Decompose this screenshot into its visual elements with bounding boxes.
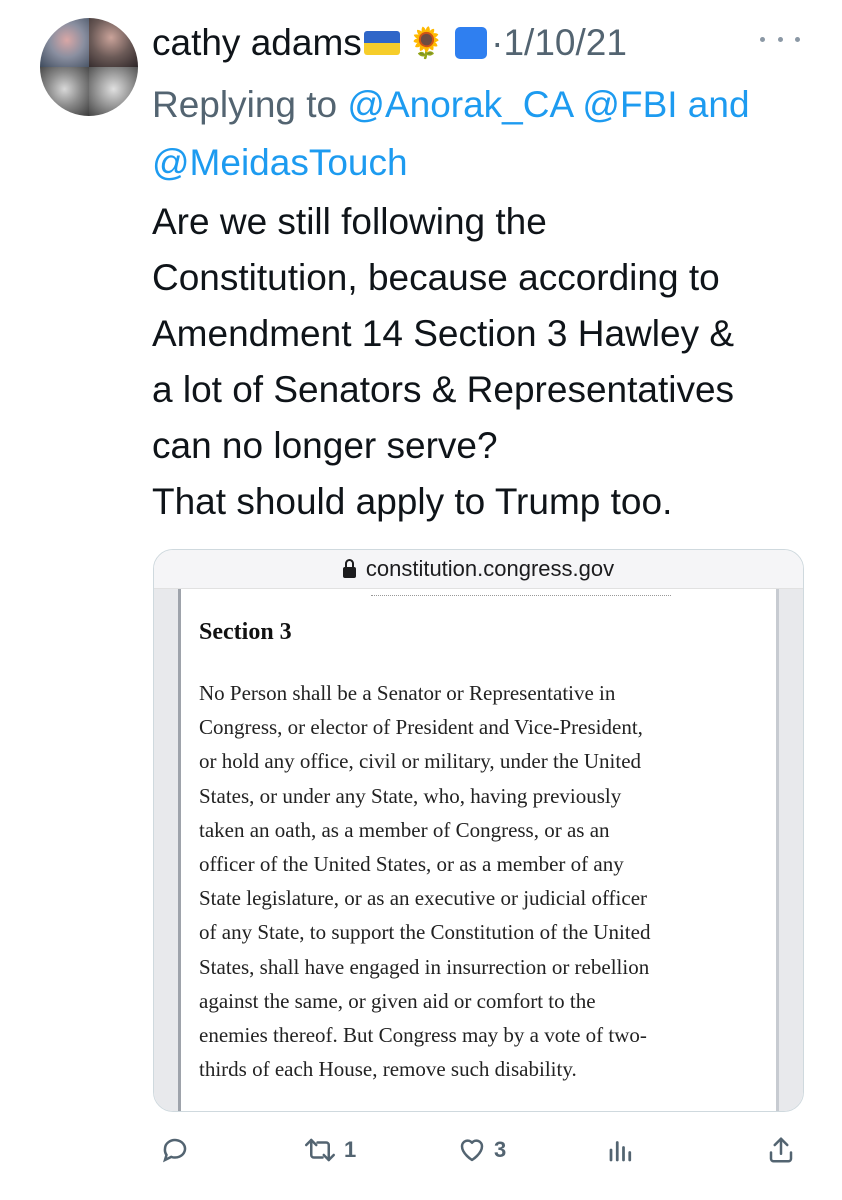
tweet-text-line: can no longer serve? [152, 425, 498, 466]
page-frame: Section 3 No Person shall be a Senator o… [154, 589, 803, 1111]
mention-link[interactable]: @Anorak_CA [347, 84, 572, 125]
author-name[interactable]: cathy adams [152, 22, 362, 64]
retweet-count: 1 [344, 1137, 357, 1162]
avatar-tile [89, 18, 138, 67]
lock-icon [342, 558, 356, 578]
body-line: taken an oath, as a member of Congress, … [199, 817, 610, 842]
avatar[interactable] [40, 18, 138, 116]
url-bar: constitution.congress.gov [154, 550, 803, 589]
tweet-header: cathy adams 🌻 · 1/10/21 [152, 20, 627, 66]
reply-prefix: Replying to [152, 84, 348, 125]
tweet-text-line: Constitution, because according to [152, 257, 720, 298]
reply-icon [162, 1138, 187, 1163]
mention-joiner[interactable]: and [678, 84, 750, 125]
body-line: of any State, to support the Constitutio… [199, 920, 651, 945]
action-bar: 1 3 [0, 1135, 842, 1175]
tweet-text-line: Are we still following the [152, 201, 547, 242]
mention-link[interactable]: @MeidasTouch [152, 142, 408, 183]
ukraine-flag-icon [363, 31, 400, 55]
body-line: or hold any office, civil or military, u… [199, 749, 642, 774]
body-line: enemies thereof. But Congress may by a v… [199, 1023, 647, 1048]
share-icon [769, 1137, 793, 1163]
tweet-text-line: a lot of Senators & Representatives [152, 369, 735, 410]
reply-button[interactable] [160, 1135, 190, 1165]
body-line: against the same, or given aid or comfor… [199, 988, 596, 1013]
separator-dot: · [491, 22, 504, 63]
retweet-button[interactable]: 1 [302, 1135, 356, 1165]
attached-image[interactable]: constitution.congress.gov Section 3 No P… [153, 549, 804, 1112]
more-options-icon[interactable] [760, 24, 800, 54]
avatar-tile [40, 67, 89, 116]
blue-square-icon [455, 27, 488, 59]
body-line: States, shall have engaged in insurrecti… [199, 954, 650, 979]
body-line: Congress, or elector of President and Vi… [199, 715, 643, 740]
avatar-tile [89, 67, 138, 116]
body-line: officer of the United States, or as a me… [199, 852, 624, 877]
reply-context: Replying to @Anorak_CA @FBI and @MeidasT… [152, 76, 812, 192]
sunflower-icon: 🌻 [407, 26, 446, 60]
body-line: thirds of each House, remove such disabi… [199, 1057, 577, 1082]
analytics-button[interactable] [606, 1135, 636, 1165]
share-button[interactable] [766, 1135, 796, 1165]
tweet-date[interactable]: 1/10/21 [503, 22, 626, 64]
like-button[interactable]: 3 [456, 1135, 506, 1165]
heart-icon [460, 1139, 484, 1162]
section-heading: Section 3 [199, 619, 292, 645]
document-page: Section 3 No Person shall be a Senator o… [178, 589, 779, 1111]
body-line: State legislature, or as an executive or… [199, 886, 648, 911]
body-line: No Person shall be a Senator or Represen… [199, 681, 616, 705]
tweet-text: Are we still following the Constitution,… [152, 194, 832, 530]
mention-link[interactable]: @FBI [582, 84, 677, 125]
analytics-icon [609, 1141, 632, 1162]
retweet-icon [305, 1138, 335, 1162]
section-body: No Person shall be a Senator or Represen… [199, 676, 769, 1086]
like-count: 3 [494, 1137, 507, 1162]
tweet-text-line: That should apply to Trump too. [152, 481, 673, 522]
body-line: States, or under any State, who, having … [199, 783, 622, 808]
url-text: constitution.congress.gov [365, 556, 615, 581]
avatar-tile [40, 18, 89, 67]
cut-off-text [371, 589, 671, 596]
tweet-text-line: Amendment 14 Section 3 Hawley & [152, 313, 735, 354]
